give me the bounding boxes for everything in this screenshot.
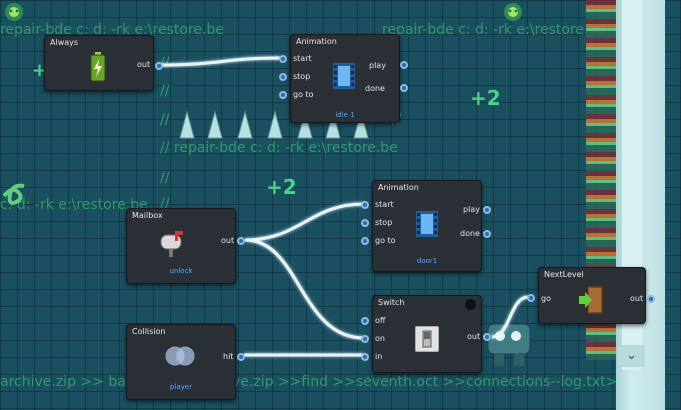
node-title: Animation	[378, 183, 419, 192]
node-animation-idle[interactable]: Animation start stop go to play done idl…	[279, 34, 408, 123]
animation-name-label: door1	[416, 257, 438, 265]
port-label-stop: stop	[375, 218, 393, 227]
port-label-out: out	[137, 60, 151, 69]
node-switch[interactable]: Switch off on in out	[361, 295, 491, 373]
port-label-play: play	[463, 205, 480, 214]
toggle-switch-icon	[415, 326, 439, 352]
port-out[interactable]	[647, 295, 655, 303]
node-collision[interactable]: Collision hit player	[126, 324, 245, 400]
port-out[interactable]	[155, 62, 163, 70]
port-label-done: done	[365, 84, 385, 93]
mailbox-name-label: unlock	[169, 267, 193, 275]
wire-mailbox-to-animation2-start	[244, 202, 365, 242]
port-done[interactable]	[483, 230, 491, 238]
port-out[interactable]	[483, 333, 491, 341]
node-mailbox[interactable]: Mailbox out unlock	[126, 208, 245, 284]
port-stop[interactable]	[279, 73, 287, 81]
node-title: NextLevel	[544, 270, 584, 279]
port-go[interactable]	[527, 294, 535, 302]
port-start[interactable]	[361, 201, 369, 209]
port-play[interactable]	[400, 61, 408, 69]
port-stop[interactable]	[361, 219, 369, 227]
port-hit[interactable]	[237, 353, 245, 361]
film-icon	[416, 211, 438, 237]
node-animation-door[interactable]: Animation start stop go to play done doo…	[361, 180, 491, 272]
port-out[interactable]	[237, 237, 245, 245]
port-label-go-to: go to	[293, 90, 314, 99]
port-label-done: done	[460, 229, 480, 238]
node-next-level[interactable]: NextLevel go out	[527, 267, 655, 324]
port-go-to[interactable]	[279, 91, 287, 99]
port-label-start: start	[293, 54, 312, 63]
level-editor-canvas[interactable]: repair-bde c: d: -rk e:\restore.be repai…	[0, 0, 681, 410]
port-label-go: go	[541, 294, 551, 303]
port-off[interactable]	[361, 317, 369, 325]
port-label-out: out	[221, 236, 235, 245]
port-go-to[interactable]	[361, 237, 369, 245]
node-title: Mailbox	[132, 211, 163, 220]
switch-state-indicator	[465, 299, 476, 310]
port-label-stop: stop	[293, 72, 311, 81]
animation-name-label: idle 1	[335, 111, 355, 119]
port-in[interactable]	[361, 353, 369, 361]
node-title: Switch	[378, 298, 405, 307]
collision-icon	[165, 346, 195, 366]
port-on[interactable]	[361, 335, 369, 343]
wire-mailbox-to-switch-on	[244, 238, 365, 340]
port-label-off: off	[375, 316, 386, 325]
node-title: Always	[50, 38, 79, 47]
port-label-out: out	[467, 332, 481, 341]
port-done[interactable]	[400, 84, 408, 92]
wire-always-to-animation-start	[157, 56, 281, 67]
battery-icon	[90, 52, 106, 82]
mailbox-icon	[160, 231, 183, 257]
port-label-go-to: go to	[375, 236, 396, 245]
node-title: Collision	[132, 327, 166, 336]
film-icon	[333, 63, 355, 89]
node-always[interactable]: Always out	[44, 35, 163, 91]
exit-door-icon	[579, 286, 604, 314]
port-label-start: start	[375, 200, 394, 209]
port-label-out: out	[630, 294, 644, 303]
port-play[interactable]	[483, 206, 491, 214]
port-label-play: play	[369, 61, 386, 70]
wire-switch-to-nextlevel	[491, 295, 529, 339]
collision-target-label: player	[169, 383, 192, 391]
port-label-on: on	[375, 334, 385, 343]
port-start[interactable]	[279, 55, 287, 63]
node-title: Animation	[296, 37, 337, 46]
port-label-in: in	[375, 352, 383, 361]
port-label-hit: hit	[223, 352, 234, 361]
